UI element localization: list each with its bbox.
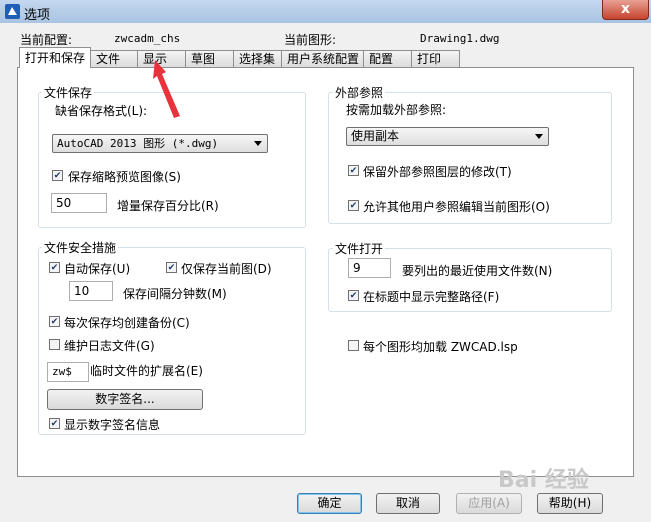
allow-ref-edit-label: 允许其他用户参照编辑当前图形(O) [363,200,550,214]
demand-load-label: 按需加载外部参照: [346,103,447,117]
save-format-select[interactable]: AutoCAD 2013 图形 (*.dwg) [52,134,268,153]
tab-drafting[interactable]: 草图 [185,50,234,67]
close-button[interactable]: x [602,0,649,20]
thumbnail-label: 保存缩略预览图像(S) [68,170,181,184]
retain-xref-layer-checkbox[interactable] [348,165,359,176]
full-path-checkbox[interactable] [348,290,359,301]
save-current-only-checkbox[interactable] [166,262,177,273]
ok-button[interactable]: 确定 [297,493,362,514]
incremental-save-input[interactable]: 50 [51,193,107,213]
current-drawing-label: 当前图形: [284,33,337,47]
tab-plot[interactable]: 打印 [411,50,460,67]
file-safety-title: 文件安全措施 [42,239,119,256]
app-icon [5,4,20,19]
window-title: 选项 [24,8,51,23]
title-bar[interactable]: 选项 x [0,0,651,23]
tab-selection[interactable]: 选择集 [233,50,282,67]
tab-profiles[interactable]: 配置 [363,50,412,67]
autosave-interval-input[interactable]: 10 [69,281,113,301]
help-button[interactable]: 帮助(H) [537,493,603,514]
allow-ref-edit-checkbox[interactable] [348,200,359,211]
file-open-title: 文件打开 [333,240,386,257]
temp-extension-input[interactable]: zw$ [47,362,89,382]
autosave-interval-label: 保存间隔分钟数(M) [123,287,227,301]
save-format-label: 缺省保存格式(L): [55,104,148,118]
autosave-checkbox[interactable] [49,262,60,273]
options-dialog: 选项 x 当前配置: zwcadm_chs 当前图形: Drawing1.dwg… [0,0,651,522]
xref-title: 外部参照 [333,84,386,101]
recent-files-label: 要列出的最近使用文件数(N) [402,264,553,278]
watermark: Bai 经验 [498,468,589,493]
chevron-down-icon [254,141,262,146]
tab-user-preferences[interactable]: 用户系统配置 [281,50,364,67]
retain-xref-layer-label: 保留外部参照图层的修改(T) [363,165,512,179]
current-profile-value: zwcadm_chs [114,32,181,45]
recent-files-input[interactable]: 9 [348,258,391,278]
chevron-down-icon [535,134,543,139]
log-file-label: 维护日志文件(G) [64,339,155,353]
create-backup-label: 每次保存均创建备份(C) [64,316,190,330]
save-current-only-label: 仅保存当前图(D) [181,262,272,276]
log-file-checkbox[interactable] [49,339,60,350]
temp-extension-label: 临时文件的扩展名(E) [90,364,203,378]
current-profile-label: 当前配置: [20,33,73,47]
full-path-label: 在标题中显示完整路径(F) [363,290,500,304]
create-backup-checkbox[interactable] [49,316,60,327]
cancel-button[interactable]: 取消 [376,493,440,514]
incremental-save-label: 增量保存百分比(R) [117,199,219,213]
thumbnail-checkbox[interactable] [52,170,63,181]
load-lsp-checkbox[interactable] [348,340,359,351]
autosave-label: 自动保存(U) [64,262,131,276]
file-save-title: 文件保存 [42,84,95,101]
load-lsp-label: 每个图形均加载 ZWCAD.lsp [363,340,518,354]
tab-open-save[interactable]: 打开和保存 [19,47,91,68]
tab-panel: 文件保存 缺省保存格式(L): AutoCAD 2013 图形 (*.dwg) … [17,67,634,477]
digital-signature-button[interactable]: 数字签名... [47,389,203,410]
close-icon: x [620,1,631,17]
annotation-arrow-icon [153,60,180,118]
show-signature-checkbox[interactable] [49,418,60,429]
current-drawing-value: Drawing1.dwg [420,32,500,45]
apply-button[interactable]: 应用(A) [456,493,522,514]
show-signature-label: 显示数字签名信息 [64,418,161,432]
demand-load-select[interactable]: 使用副本 [346,127,549,146]
tab-files[interactable]: 文件 [90,50,138,67]
